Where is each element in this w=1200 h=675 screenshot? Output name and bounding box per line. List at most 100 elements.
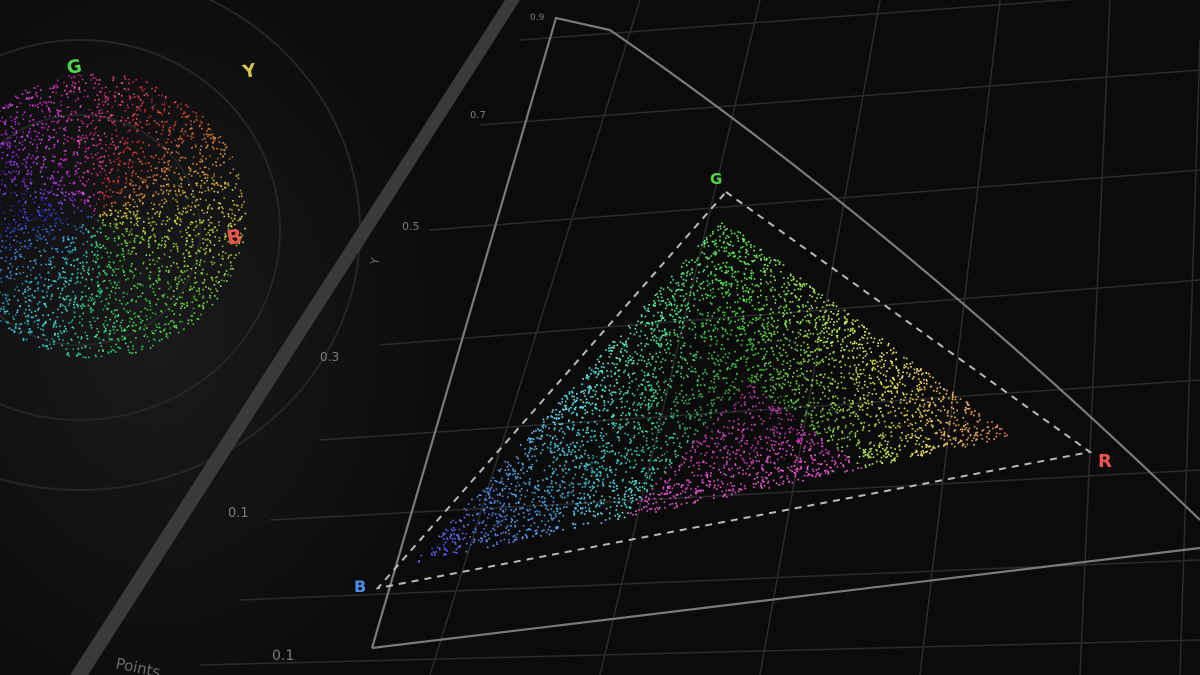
vector-point [193,295,196,298]
vector-point [122,204,125,207]
gamut-point [899,381,901,384]
vector-point [22,265,24,268]
vector-point [64,129,67,132]
vector-point [119,189,122,192]
vector-point [218,141,221,143]
gamut-point [715,375,717,377]
gamut-point [818,306,821,308]
vector-point [186,210,189,213]
vector-point [163,253,166,256]
vector-point [187,135,189,137]
vector-point [211,146,214,148]
vector-point [125,278,127,281]
gamut-point [762,402,764,404]
vector-point [90,307,92,309]
vector-point [19,210,22,212]
gamut-point [554,427,556,429]
vector-point [108,147,110,149]
gamut-point [723,472,725,475]
gamut-point [743,459,745,462]
vector-point [108,181,111,183]
vector-point [140,177,142,180]
vector-point [207,207,209,210]
vector-point [200,158,202,160]
vector-point [120,243,123,245]
vector-point [241,195,243,198]
vector-point [113,144,115,146]
gamut-point [818,336,820,339]
vector-point [43,235,45,238]
vector-point [141,103,143,105]
vector-point [4,173,6,176]
gamut-point [773,320,775,322]
vector-point [158,158,160,160]
vector-point [222,155,224,157]
vector-point [201,160,204,163]
gamut-point [844,364,847,366]
gamut-point [740,318,743,320]
vector-point [147,170,149,172]
gamut-point [695,385,697,388]
gamut-point [660,300,663,302]
gamut-point [515,485,517,488]
gamut-point [528,466,530,469]
vector-point [80,272,82,275]
gamut-point [727,392,729,394]
gamut-point [862,361,864,363]
vector-point [70,264,72,266]
gamut-point [777,259,779,262]
gamut-point [763,256,766,259]
vector-point [114,326,116,328]
gamut-point [686,272,688,274]
vector-point [187,319,190,321]
gamut-point [642,356,644,358]
vector-point [102,270,105,272]
vector-point [13,239,15,241]
gamut-point [518,484,521,487]
vector-point [25,185,28,187]
vector-point [213,173,215,175]
gamut-point [729,396,731,399]
vector-point [104,235,107,238]
gamut-point [659,494,661,496]
gamut-point [742,328,744,330]
vector-point [181,213,183,216]
gamut-point [660,477,662,480]
gamut-point [544,524,547,526]
gamut-point [789,274,792,277]
vector-point [13,230,16,232]
gamut-point [616,513,619,515]
gamut-point [796,456,798,459]
vector-point [126,104,129,106]
gamut-point [664,426,667,428]
gamut-point [599,499,602,502]
gamut-point [717,442,720,445]
gamut-point [769,461,772,464]
vector-point [16,268,18,270]
vector-point [73,303,75,306]
gamut-point [730,285,733,288]
gamut-point [993,438,995,440]
vector-point [210,261,213,263]
vector-point [183,256,186,259]
gamut-point [832,304,835,307]
gamut-point [895,365,897,368]
vector-point [108,159,111,161]
vector-point [162,126,164,129]
gamut-point [767,415,769,417]
vector-point [201,115,204,118]
vector-point [132,119,134,121]
vector-point [180,279,183,281]
vector-point [115,298,117,301]
gamut-point [698,285,701,288]
gamut-point [627,458,629,461]
vector-point [98,112,101,115]
vector-point [187,226,190,229]
gamut-point [680,372,682,375]
gamut-point [659,303,662,306]
vector-point [192,244,194,246]
vector-point [2,212,5,214]
gamut-point [965,412,967,414]
gamut-point [550,530,552,532]
gamut-point [657,508,660,510]
